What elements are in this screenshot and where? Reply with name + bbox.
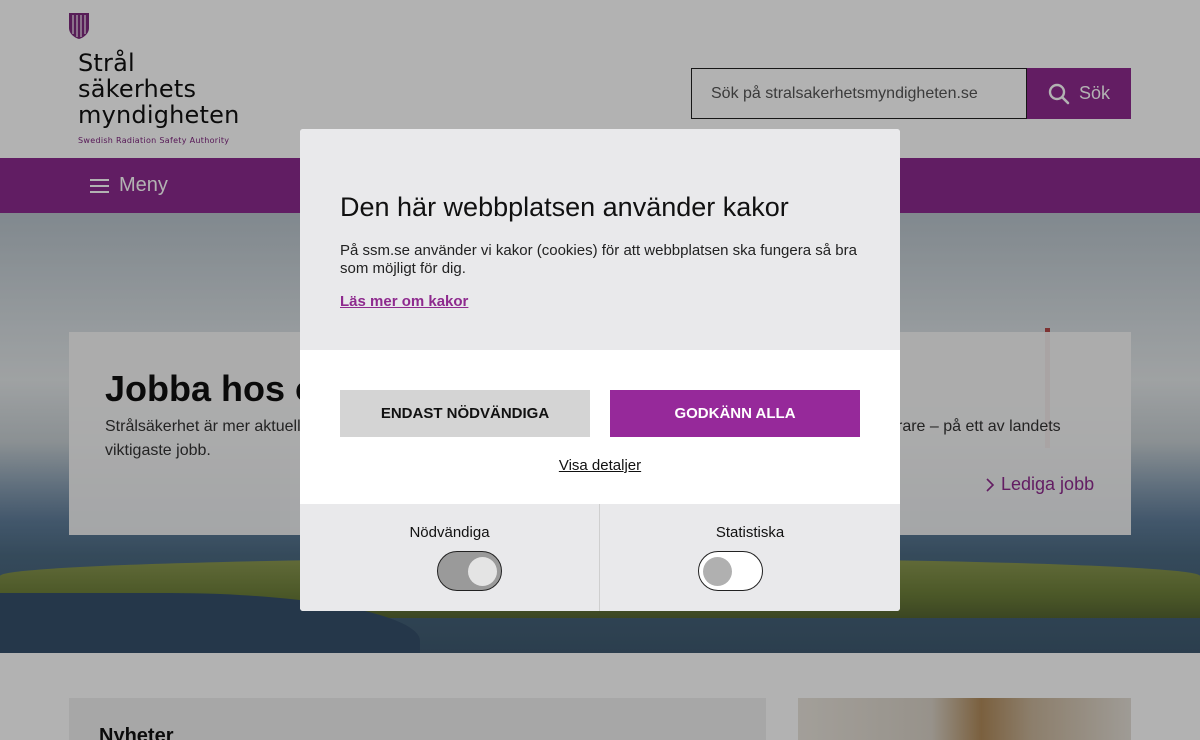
toggle-knob bbox=[468, 557, 497, 586]
read-more-cookies-link[interactable]: Läs mer om kakor bbox=[340, 293, 468, 310]
cookie-toggles: Nödvändiga Statistiska bbox=[300, 504, 900, 611]
toggle-necessary-label: Nödvändiga bbox=[409, 524, 490, 541]
necessary-only-button[interactable]: ENDAST NÖDVÄNDIGA bbox=[340, 390, 590, 437]
toggle-statistics-group: Statistiska bbox=[600, 504, 900, 611]
cookie-dialog-title: Den här webbplatsen använder kakor bbox=[340, 192, 789, 222]
toggle-necessary-switch[interactable] bbox=[437, 551, 502, 591]
accept-all-button[interactable]: GODKÄNN ALLA bbox=[610, 390, 860, 437]
cookie-dialog-text: På ssm.se använder vi kakor (cookies) fö… bbox=[340, 242, 857, 277]
show-details-wrapper: Visa detaljer bbox=[300, 457, 900, 474]
show-details-link[interactable]: Visa detaljer bbox=[559, 457, 641, 474]
cookie-dialog: Den här webbplatsen använder kakor På ss… bbox=[300, 129, 900, 611]
cookie-dialog-header: Den här webbplatsen använder kakor På ss… bbox=[300, 129, 900, 350]
cookie-dialog-actions: ENDAST NÖDVÄNDIGA GODKÄNN ALLA Visa deta… bbox=[300, 350, 900, 504]
toggle-necessary-group: Nödvändiga bbox=[300, 504, 600, 611]
toggle-knob bbox=[703, 557, 732, 586]
toggle-statistics-label: Statistiska bbox=[715, 524, 785, 541]
toggle-statistics-switch[interactable] bbox=[698, 551, 763, 591]
